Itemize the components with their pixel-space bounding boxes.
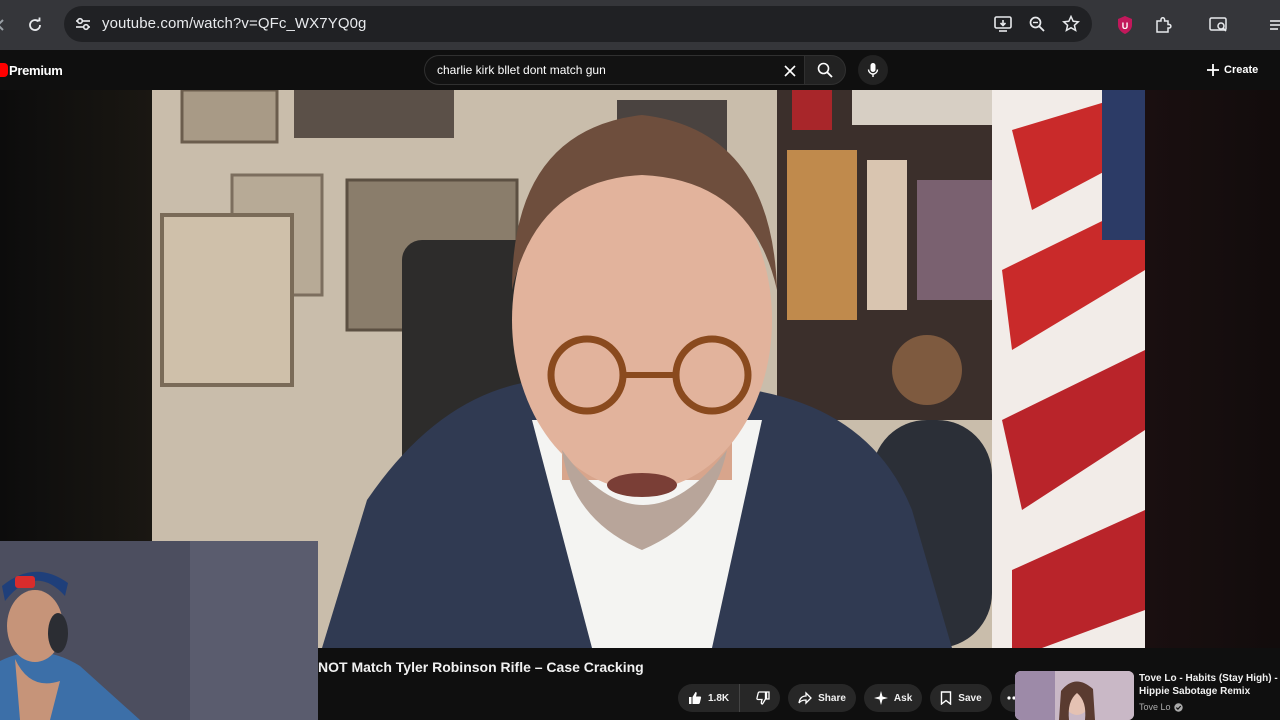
ambient-right-panel (1145, 90, 1280, 648)
search-input[interactable]: charlie kirk bllet dont match gun (424, 55, 804, 85)
create-label: Create (1224, 64, 1259, 76)
share-button[interactable]: Share (788, 684, 856, 712)
share-label: Share (818, 692, 846, 704)
verified-icon (1173, 702, 1183, 712)
reload-icon[interactable] (22, 12, 48, 38)
close-icon (784, 65, 796, 77)
extension-shield-icon[interactable]: U (1112, 12, 1138, 38)
microphone-icon (867, 63, 879, 77)
logo-text: Premium (9, 62, 63, 78)
youtube-masthead: Premium charlie kirk bllet dont match gu… (0, 50, 1280, 90)
clear-search-button[interactable] (778, 59, 802, 83)
thumbnail-image (1015, 671, 1134, 720)
youtube-premium-logo[interactable]: Premium (0, 62, 63, 78)
like-button[interactable]: 1.8K (678, 684, 741, 712)
voice-search-button[interactable] (858, 55, 888, 85)
ask-button[interactable]: Ask (863, 684, 923, 712)
search-icon (817, 62, 833, 78)
recommended-video-card[interactable]: Tove Lo - Habits (Stay High) - Hippie Sa… (1015, 671, 1280, 720)
ask-label: Ask (893, 692, 913, 704)
video-title: NOT Match Tyler Robinson Rifle – Case Cr… (318, 659, 644, 675)
recommended-video-title[interactable]: Tove Lo - Habits (Stay High) - Hippie Sa… (1139, 672, 1280, 698)
bookmark-icon (941, 691, 952, 705)
extensions-puzzle-icon[interactable] (1150, 12, 1176, 38)
tab-search-icon[interactable] (1206, 12, 1232, 38)
browser-toolbar: youtube.com/watch?v=QFc_WX7YQ0g U (0, 0, 1280, 50)
url-text[interactable]: youtube.com/watch?v=QFc_WX7YQ0g (102, 15, 366, 32)
channel-name: Tove Lo (1139, 702, 1171, 712)
webcam-image (0, 541, 318, 720)
save-button[interactable]: Save (930, 684, 992, 712)
address-bar[interactable]: youtube.com/watch?v=QFc_WX7YQ0g (64, 6, 1092, 42)
recommended-channel[interactable]: Tove Lo (1139, 702, 1183, 712)
sparkle-icon (873, 691, 888, 705)
site-info-icon[interactable] (72, 13, 94, 35)
svg-text:U: U (1122, 21, 1129, 31)
dislike-button[interactable] (746, 684, 780, 712)
streamer-webcam-overlay (0, 541, 318, 720)
thumbs-up-icon (689, 692, 702, 704)
back-icon[interactable] (0, 12, 14, 38)
search-button[interactable] (804, 55, 846, 85)
create-button[interactable]: Create (1198, 57, 1266, 83)
save-label: Save (958, 692, 982, 704)
menu-icon[interactable] (1262, 12, 1280, 38)
thumbs-down-icon (756, 691, 770, 705)
recommended-video-thumbnail[interactable] (1015, 671, 1134, 720)
install-app-icon[interactable] (992, 13, 1014, 35)
zoom-icon[interactable] (1026, 13, 1048, 35)
like-count: 1.8K (708, 692, 730, 704)
like-dislike-group: 1.8K (678, 684, 781, 712)
search-query-text[interactable]: charlie kirk bllet dont match gun (437, 63, 606, 77)
share-icon (798, 691, 813, 705)
youtube-logo-icon (0, 63, 8, 77)
plus-icon (1207, 64, 1219, 76)
video-actions: 1.8K Share Ask Save (678, 684, 1028, 712)
bookmark-star-icon[interactable] (1060, 13, 1082, 35)
